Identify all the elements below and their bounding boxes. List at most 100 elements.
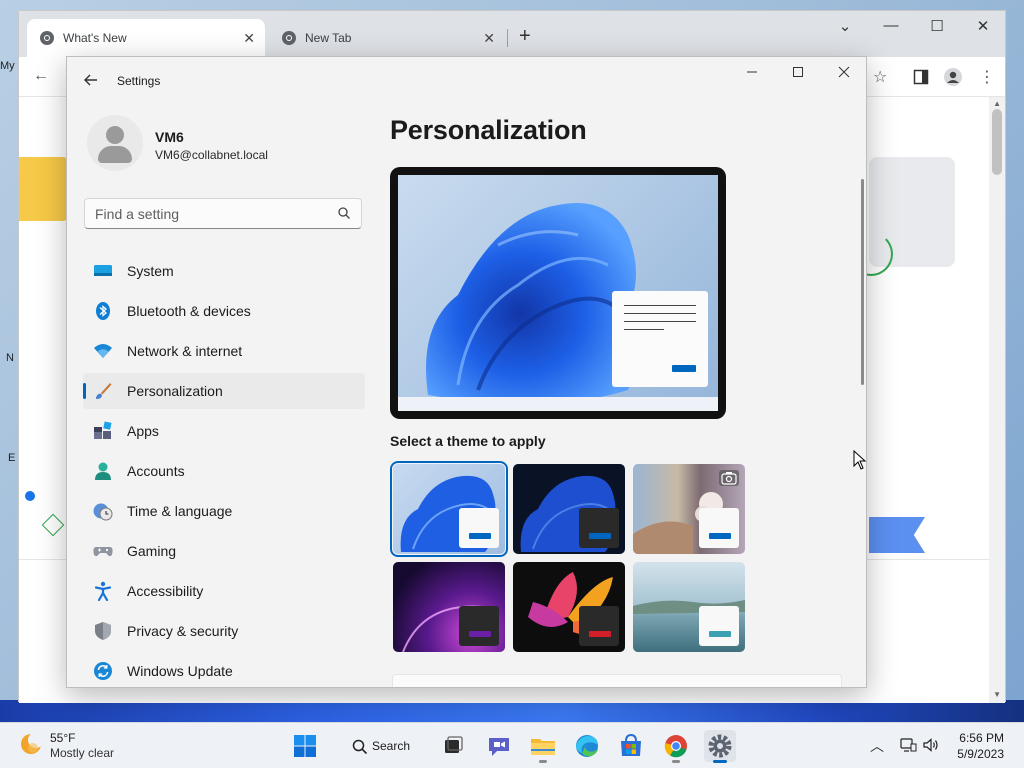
start-button[interactable]	[289, 730, 321, 762]
browser-tab-whats-new[interactable]: What's New ✕	[27, 19, 265, 57]
file-explorer-button[interactable]	[527, 730, 559, 763]
camera-icon	[719, 470, 739, 486]
window-title: Settings	[117, 74, 161, 88]
volume-icon[interactable]	[922, 736, 940, 754]
maximize-button[interactable]	[783, 65, 813, 85]
chrome-tabstrip: What's New ✕ New Tab ✕ + ⌄ — ☐ ✕	[19, 11, 1005, 57]
store-icon	[621, 733, 641, 756]
gamepad-icon	[93, 547, 113, 557]
preview-accent-button	[672, 365, 696, 372]
nav-label: Privacy & security	[127, 623, 239, 639]
search-label: Search	[372, 739, 411, 753]
nav-label: Network & internet	[127, 343, 243, 359]
running-indicator	[539, 760, 547, 763]
tab-divider	[507, 29, 508, 47]
theme-mini-window	[699, 508, 739, 548]
close-tab-icon[interactable]: ✕	[483, 30, 495, 47]
theme-accent-bar	[709, 631, 731, 637]
nav-item-bluetooth[interactable]: Bluetooth & devices	[83, 293, 365, 329]
preview-desktop	[398, 175, 718, 411]
close-tab-icon[interactable]: ✕	[243, 30, 255, 47]
theme-mini-window	[579, 508, 619, 548]
chat-icon	[489, 738, 509, 756]
theme-windows-spotlight[interactable]	[633, 464, 745, 554]
tab-title: What's New	[63, 31, 127, 45]
chrome-icon	[664, 735, 687, 758]
side-panel-icon[interactable]	[913, 69, 929, 85]
weather-description[interactable]: Mostly clear	[50, 746, 114, 760]
nav-label: Gaming	[127, 543, 177, 559]
settings-scrollbar[interactable]	[861, 179, 864, 385]
profile-email: VM6@collabnet.local	[155, 148, 268, 162]
camera-glyph	[721, 472, 737, 485]
taskbar-search-button[interactable]: Search	[344, 731, 430, 761]
more-menu-icon[interactable]: ⋮	[979, 67, 995, 87]
active-indicator	[713, 760, 727, 763]
theme-windows-dark[interactable]	[513, 464, 625, 554]
nav-item-system[interactable]: System	[83, 253, 365, 289]
nav-item-accessibility[interactable]: Accessibility	[83, 573, 365, 609]
theme-mini-window	[579, 606, 619, 646]
network-icon[interactable]	[899, 736, 917, 754]
chrome-icon	[282, 31, 296, 45]
theme-windows-light[interactable]	[390, 461, 508, 557]
chat-button[interactable]	[483, 730, 515, 762]
nav-item-time-language[interactable]: Time & language	[83, 493, 365, 529]
wifi-icon	[94, 344, 112, 358]
new-tab-button[interactable]: +	[519, 25, 531, 48]
browser-tab-new-tab[interactable]: New Tab ✕	[269, 19, 505, 57]
search-icon	[338, 207, 350, 219]
desktop-icon-label: My	[0, 60, 15, 72]
maximize-button[interactable]: ☐	[917, 17, 957, 35]
theme-preview	[390, 167, 726, 419]
search-input[interactable]	[84, 198, 362, 229]
profile-icon[interactable]	[943, 67, 963, 87]
theme-captured-motion[interactable]	[513, 562, 625, 652]
theme-flow[interactable]	[633, 562, 745, 652]
nav-item-network[interactable]: Network & internet	[83, 333, 365, 369]
chrome-scrollbar[interactable]	[989, 97, 1005, 703]
close-icon	[838, 66, 850, 78]
nav-item-privacy[interactable]: Privacy & security	[83, 613, 365, 649]
settings-card	[392, 674, 842, 687]
weather-temperature[interactable]: 55°F	[50, 731, 75, 745]
theme-glow[interactable]	[393, 562, 505, 652]
desktop-wallpaper	[0, 700, 1024, 722]
nav-item-gaming[interactable]: Gaming	[83, 533, 365, 569]
back-arrow-icon[interactable]	[81, 70, 101, 90]
clock-time[interactable]: 6:56 PM	[958, 731, 1004, 745]
scroll-down-arrow-icon[interactable]: ▼	[993, 690, 1001, 699]
close-button[interactable]: ✕	[963, 17, 1003, 35]
nav-item-apps[interactable]: Apps	[83, 413, 365, 449]
preview-taskbar	[398, 397, 718, 411]
back-icon[interactable]: ←	[33, 67, 49, 85]
settings-taskbar-button[interactable]	[704, 730, 736, 763]
minimize-button[interactable]	[737, 65, 767, 85]
chrome-scroll-thumb[interactable]	[992, 109, 1002, 175]
nav-item-windows-update[interactable]: Windows Update	[83, 653, 365, 687]
minimize-button[interactable]: —	[871, 17, 911, 34]
tab-search-dropdown-icon[interactable]: ⌄	[825, 17, 865, 35]
nav-label: Time & language	[127, 503, 233, 519]
accounts-icon	[95, 462, 111, 480]
clock-date[interactable]: 5/9/2023	[950, 747, 1004, 761]
avatar[interactable]	[87, 115, 143, 171]
apps-icon	[94, 421, 112, 439]
show-hidden-icons-chevron-icon[interactable]: ︿	[870, 736, 884, 756]
nav-item-accounts[interactable]: Accounts	[83, 453, 365, 489]
scroll-up-arrow-icon[interactable]: ▲	[993, 99, 1001, 108]
preview-window	[612, 291, 708, 387]
close-button[interactable]	[829, 65, 859, 85]
preview-text-line	[624, 329, 664, 330]
store-button[interactable]	[615, 730, 647, 762]
bookmark-star-icon[interactable]: ☆	[873, 67, 887, 87]
edge-button[interactable]	[571, 730, 603, 762]
shield-icon	[95, 622, 111, 640]
moon-weather-icon[interactable]	[18, 731, 44, 757]
mouse-cursor-icon	[853, 450, 867, 470]
nav-label: Bluetooth & devices	[127, 303, 251, 319]
nav-item-personalization[interactable]: Personalization	[83, 373, 365, 409]
task-view-button[interactable]	[437, 730, 469, 762]
tab-title: New Tab	[305, 31, 352, 45]
chrome-button[interactable]	[660, 730, 692, 763]
